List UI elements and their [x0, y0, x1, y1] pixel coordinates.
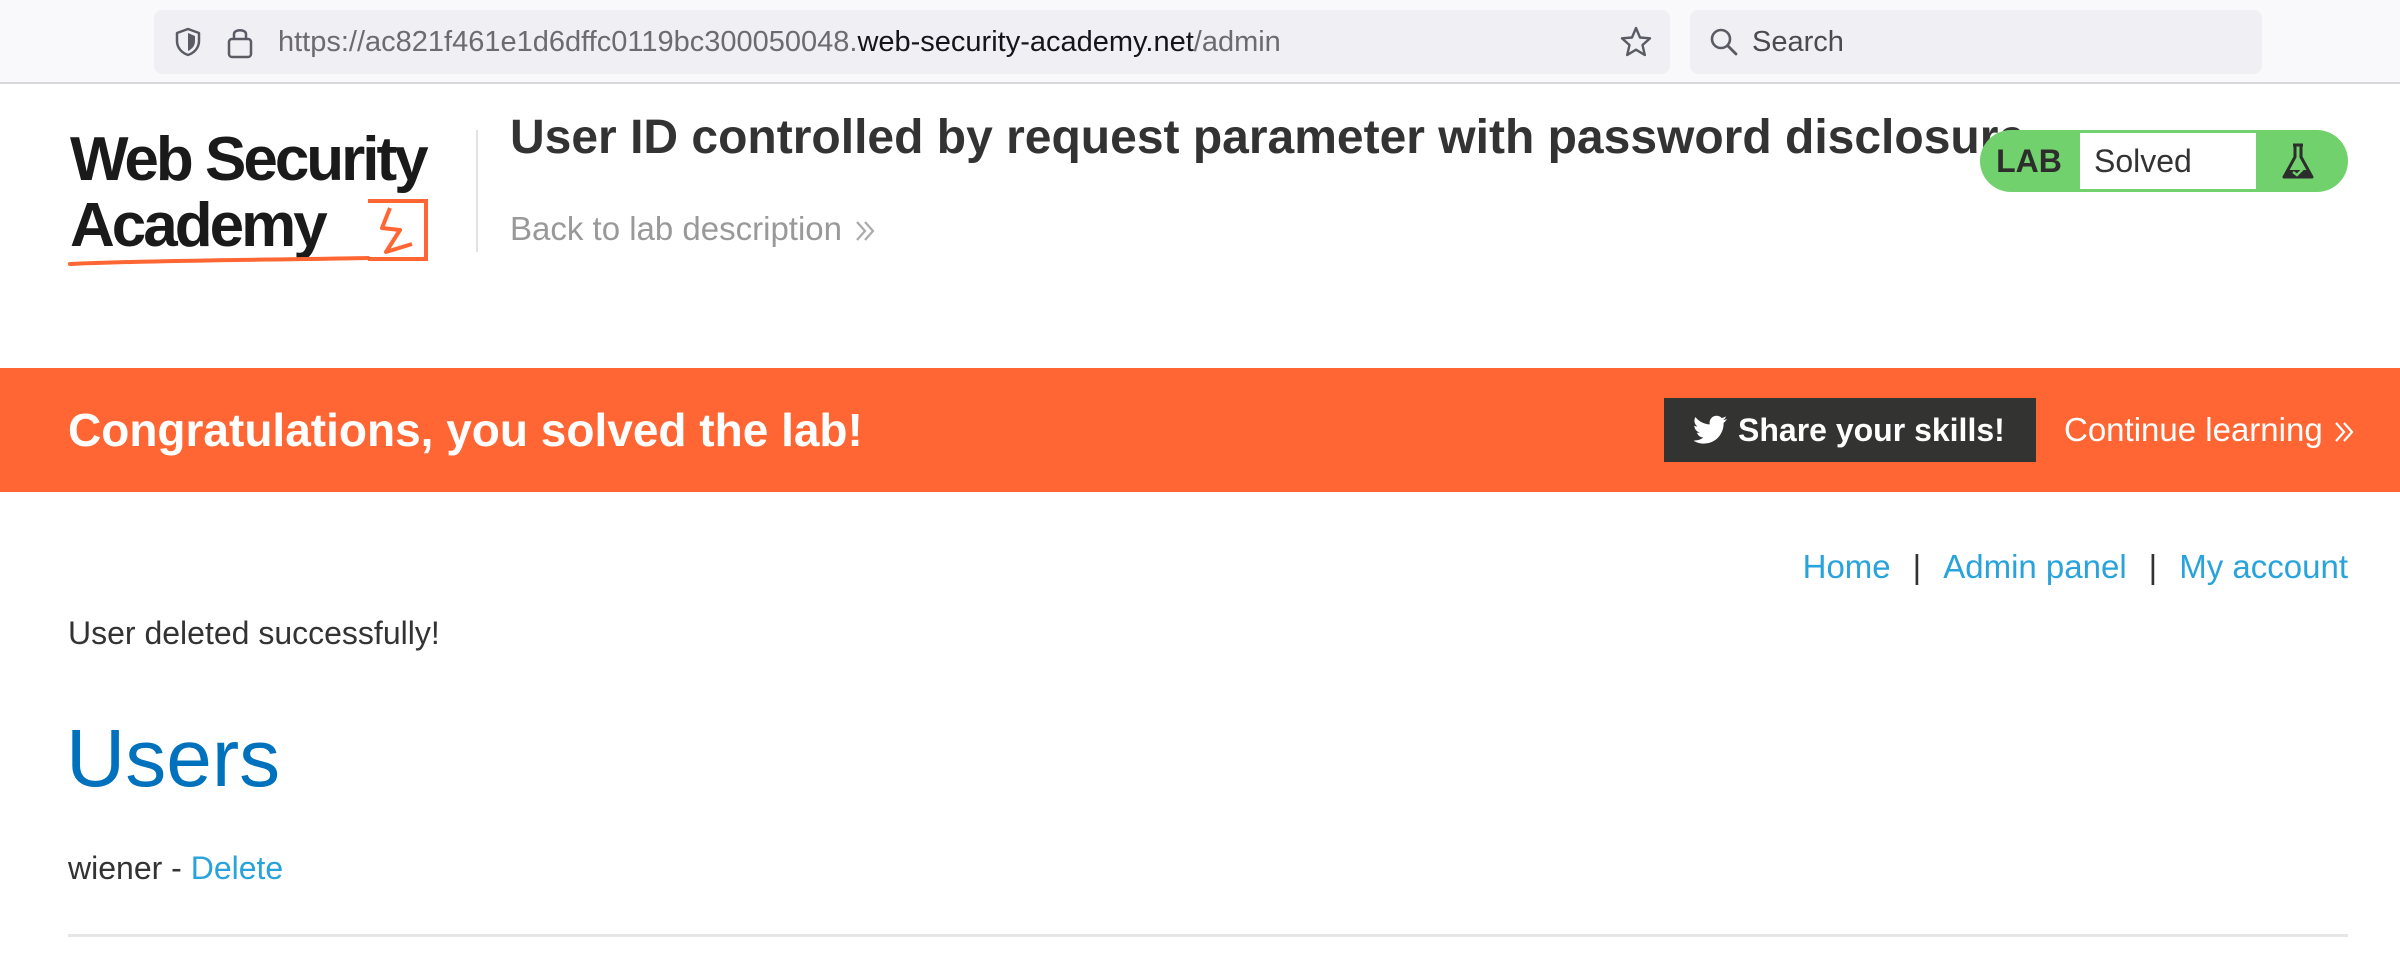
lab-badge: LAB [1996, 143, 2062, 179]
nav-admin-panel-link[interactable]: Admin panel [1943, 548, 2126, 585]
flask-icon [2282, 143, 2314, 179]
nav-my-account-link[interactable]: My account [2179, 548, 2348, 585]
twitter-icon [1694, 415, 1727, 444]
continue-link-label: Continue learning [2064, 411, 2323, 448]
top-navigation: Home | Admin panel | My account [1803, 548, 2348, 586]
url-path: /admin [1193, 26, 1281, 58]
nav-home-link[interactable]: Home [1803, 548, 1891, 585]
delete-user-link[interactable]: Delete [191, 850, 284, 886]
share-button-label: Share your skills! [1738, 412, 2005, 448]
back-to-lab-description-link[interactable]: Back to lab description [510, 210, 878, 248]
lab-title: User ID controlled by request parameter … [510, 111, 2026, 164]
status-message: User deleted successfully! [68, 615, 440, 651]
continue-learning-link[interactable]: Continue learning [2064, 368, 2357, 492]
browser-toolbar: https://ac821f461e1d6dffc0119bc300050048… [0, 0, 2400, 84]
congratulations-message: Congratulations, you solved the lab! [68, 404, 863, 456]
shield-icon[interactable] [172, 26, 204, 58]
lock-icon[interactable] [224, 24, 256, 60]
url-bar[interactable]: https://ac821f461e1d6dffc0119bc300050048… [154, 10, 1670, 74]
lab-status-widget: LAB Solved [1980, 130, 2348, 192]
back-link-label: Back to lab description [510, 210, 843, 247]
nav-separator: | [1912, 548, 1922, 585]
divider [68, 934, 2348, 937]
svg-text:Academy: Academy [70, 191, 328, 260]
star-icon[interactable] [1618, 24, 1654, 60]
search-placeholder: Search [1752, 26, 1844, 58]
lab-status-text: Solved [2094, 143, 2192, 179]
browser-search-field[interactable]: Search [1690, 10, 2262, 74]
search-icon [1710, 28, 1738, 56]
web-security-academy-logo[interactable]: Web Security Academy [68, 124, 478, 272]
page-title: Users [66, 713, 281, 804]
url-host: web-security-academy.net [857, 26, 1194, 58]
url-text[interactable]: https://ac821f461e1d6dffc0119bc300050048… [278, 10, 1281, 74]
chevron-double-right-icon [856, 221, 875, 242]
url-prefix: https://ac821f461e1d6dffc0119bc300050048… [278, 26, 858, 58]
header-divider [476, 130, 478, 252]
chevron-double-right-icon [2334, 422, 2354, 443]
share-skills-button[interactable]: Share your skills! [1664, 398, 2036, 462]
list-item: wiener - Delete [68, 850, 283, 887]
username: wiener [68, 850, 163, 886]
solved-banner: Congratulations, you solved the lab! Sha… [0, 368, 2400, 492]
svg-text:Web Security: Web Security [70, 125, 429, 194]
user-separator: - [162, 850, 191, 886]
nav-separator: | [2148, 548, 2158, 585]
